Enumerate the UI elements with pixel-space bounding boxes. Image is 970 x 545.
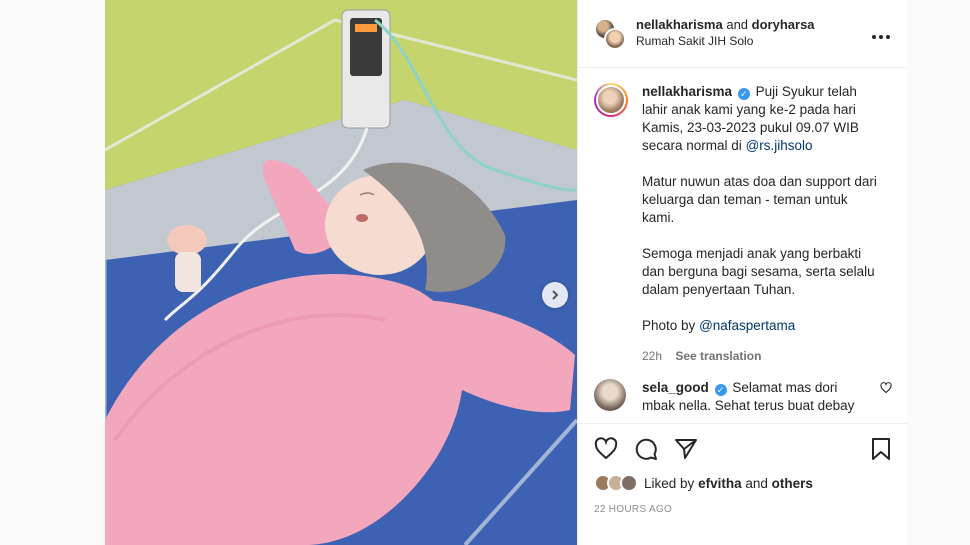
verified-badge-icon: ✓ [737,88,750,100]
comment-bubble-icon [635,438,657,460]
chevron-right-icon [552,290,559,300]
caption-paragraph: Matur nuwun atas doa dan support dari ke… [642,174,877,225]
post-modal: nellakharisma and doryharsa Rumah Sakit … [105,0,908,545]
backdrop-left [0,0,105,545]
avatar[interactable] [594,379,626,411]
like-comment-button[interactable] [880,381,892,399]
likes-summary[interactable]: Liked by efvitha and others [594,474,892,492]
next-photo-button[interactable] [542,282,568,308]
likes-others-link[interactable]: others [772,476,813,491]
caption-username[interactable]: nellakharisma [642,84,732,99]
post-photo[interactable] [105,0,577,545]
author-connector: and [726,17,749,33]
post-timestamp: 22 HOURS AGO [594,504,673,515]
mention-link[interactable]: @rs.jihsolo [746,138,813,153]
heart-icon [594,437,618,460]
header-text: nellakharisma and doryharsa Rumah Sakit … [636,17,871,49]
avatar [604,27,626,50]
post-actions: Liked by efvitha and others 22 HOURS AGO [578,423,908,515]
likes-connector: and [745,475,768,491]
liker-username[interactable]: efvitha [698,476,742,491]
avatar[interactable] [594,83,628,117]
send-icon [675,439,697,459]
caption-body: nellakharisma ✓ Puji Syukur telah lahir … [642,83,882,365]
post-details-panel: nellakharisma and doryharsa Rumah Sakit … [577,0,908,545]
post-header: nellakharisma and doryharsa Rumah Sakit … [578,0,907,68]
backdrop-right [907,0,970,545]
likes-prefix: Liked by [644,475,695,491]
share-button[interactable] [674,437,698,461]
like-button[interactable] [594,437,618,461]
collab-avatars[interactable] [594,17,626,50]
comment-item: sela_good ✓ Selamat mas dori mbak nella.… [594,379,892,415]
action-row [594,434,892,464]
bookmark-icon [872,438,890,460]
caption-paragraph: nellakharisma ✓ Puji Syukur telah lahir … [642,83,882,155]
comment-username[interactable]: sela_good [642,380,709,395]
post-authors: nellakharisma and doryharsa [636,17,871,34]
caption-meta: 22h See translation [642,347,882,365]
baby-photo-illustration [105,0,577,545]
caption-paragraph: Photo by @nafaspertama [642,317,882,335]
comment-button[interactable] [634,437,658,461]
author-username[interactable]: nellakharisma [636,17,723,32]
comments-section[interactable]: nellakharisma ✓ Puji Syukur telah lahir … [578,69,908,423]
caption-time: 22h [642,349,663,363]
avatar [620,474,638,492]
post-location[interactable]: Rumah Sakit JIH Solo [636,34,871,50]
comment-body: sela_good ✓ Selamat mas dori mbak nella.… [642,379,872,415]
verified-badge-icon: ✓ [714,384,727,396]
mention-link[interactable]: @nafaspertama [699,318,795,333]
see-translation-button[interactable]: See translation [675,349,761,363]
more-options-button[interactable] [871,25,891,43]
liker-avatars [594,474,638,492]
caption-paragraph: Semoga menjadi anak yang berbakti dan be… [642,246,875,297]
author-username[interactable]: doryharsa [752,17,815,32]
heart-icon [880,382,892,394]
save-button[interactable] [870,437,892,461]
photo-credit-label: Photo by [642,318,696,333]
more-horizontal-icon [872,34,890,39]
post-caption: nellakharisma ✓ Puji Syukur telah lahir … [594,83,892,365]
